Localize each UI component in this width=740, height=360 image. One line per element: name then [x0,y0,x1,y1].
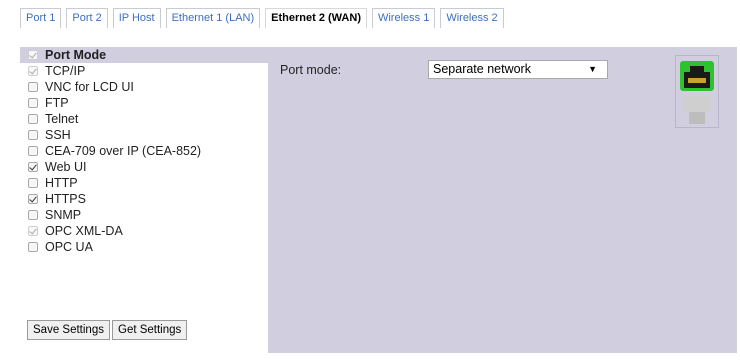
save-settings-button[interactable]: Save Settings [27,320,110,340]
service-checkbox[interactable] [28,194,38,204]
service-checkbox [28,50,38,60]
service-checkbox[interactable] [28,130,38,140]
service-checkbox[interactable] [28,82,38,92]
service-item[interactable]: HTTP [28,175,78,191]
port-mode-header: Port Mode [28,47,106,63]
tab-ip-host[interactable]: IP Host [112,8,161,28]
service-list-panel: Port Mode TCP/IP VNC for LCD UI FTP Telnet SS… [20,47,268,353]
service-item[interactable]: Telnet [28,111,78,127]
ethernet-port-inactive-tab [689,112,705,124]
service-checkbox[interactable] [28,98,38,108]
service-checkbox[interactable] [28,178,38,188]
port-mode-label: Port mode: [280,63,342,77]
service-label: TCP/IP [45,64,86,78]
service-label: FTP [45,96,69,110]
chevron-down-icon: ▼ [588,64,597,74]
ethernet-port-graphic [680,61,714,124]
service-label: OPC XML-DA [45,224,123,238]
tab-ethernet-2-wan[interactable]: Ethernet 2 (WAN) [265,8,367,28]
service-checkbox[interactable] [28,162,38,172]
service-item[interactable]: VNC for LCD UI [28,79,134,95]
service-checkbox[interactable] [28,114,38,124]
settings-panel: Port Mode TCP/IP VNC for LCD UI FTP Telnet SS… [20,47,737,353]
service-item: TCP/IP [28,63,85,79]
service-checkbox [28,66,38,76]
service-label: VNC for LCD UI [45,80,134,94]
service-item: OPC XML-DA [28,223,123,239]
service-label: OPC UA [45,240,93,254]
service-item[interactable]: FTP [28,95,69,111]
tab-wireless-2[interactable]: Wireless 2 [440,8,504,28]
service-label: CEA-709 over IP (CEA-852) [45,144,202,158]
service-label: SNMP [45,208,82,222]
service-item[interactable]: CEA-709 over IP (CEA-852) [28,143,201,159]
service-label: HTTP [45,176,78,190]
ethernet-port-active-pins [688,78,706,83]
service-checkbox [28,226,38,236]
port-mode-select[interactable]: Separate network ▼ [428,60,608,79]
get-settings-button[interactable]: Get Settings [112,320,188,340]
service-item[interactable]: SSH [28,127,71,143]
tab-bar: Port 1 Port 2 IP Host Ethernet 1 (LAN) Ether… [20,8,504,29]
service-item[interactable]: OPC UA [28,239,93,255]
port-mode-value: Separate network [433,62,531,76]
service-label: Web UI [45,160,87,174]
service-label: HTTPS [45,192,86,206]
service-label: SSH [45,128,71,142]
service-item[interactable]: HTTPS [28,191,86,207]
service-item[interactable]: SNMP [28,207,81,223]
tab-ethernet-1-lan[interactable]: Ethernet 1 (LAN) [165,8,261,28]
service-checkbox[interactable] [28,146,38,156]
service-checkbox[interactable] [28,210,38,220]
service-label: Port Mode [45,48,107,62]
ethernet-port-inactive-socket [683,96,711,112]
service-label: Telnet [45,112,79,126]
tab-port-2[interactable]: Port 2 [66,8,108,28]
ethernet-port-icon [675,55,719,128]
service-item[interactable]: Web UI [28,159,86,175]
tab-port-1[interactable]: Port 1 [20,8,62,28]
service-checkbox[interactable] [28,242,38,252]
tab-wireless-1[interactable]: Wireless 1 [371,8,436,28]
